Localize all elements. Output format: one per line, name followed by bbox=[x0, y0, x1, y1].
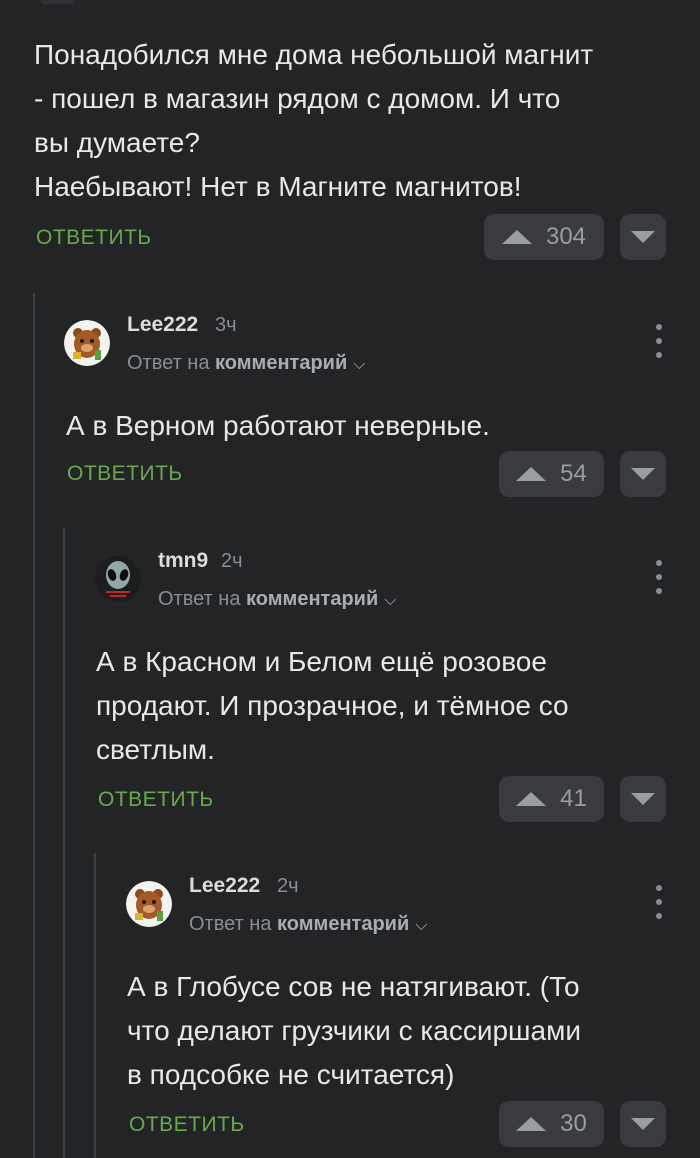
vote-count: 41 bbox=[560, 785, 587, 812]
triangle-up-icon bbox=[516, 467, 547, 481]
reply-to-link[interactable]: Ответ на комментарий ⌵ bbox=[158, 588, 396, 611]
bear-avatar-icon bbox=[64, 320, 110, 366]
triangle-up-icon bbox=[516, 792, 547, 806]
downvote-button[interactable] bbox=[620, 1101, 666, 1147]
triangle-down-icon bbox=[631, 468, 655, 480]
chevron-down-icon: ⌵ bbox=[415, 917, 428, 934]
comment-time: 3ч bbox=[215, 314, 237, 336]
triangle-down-icon bbox=[631, 231, 655, 243]
more-options-button[interactable] bbox=[654, 324, 664, 358]
reply-to-prefix: Ответ на bbox=[158, 588, 241, 610]
vote-count: 304 bbox=[545, 223, 587, 250]
downvote-button[interactable] bbox=[620, 451, 666, 497]
reply-to-target: комментарий bbox=[246, 588, 379, 610]
downvote-button[interactable] bbox=[620, 776, 666, 822]
reply-button[interactable]: ОТВЕТИТЬ bbox=[98, 788, 214, 812]
reply-to-target: комментарий bbox=[277, 913, 410, 935]
username[interactable]: Lee222 bbox=[189, 874, 260, 898]
upvote-button[interactable]: 304 bbox=[484, 214, 604, 260]
comment-text: А в Красном и Белом ещё розовое продают.… bbox=[96, 646, 569, 765]
more-options-button[interactable] bbox=[654, 560, 664, 594]
reply-to-link[interactable]: Ответ на комментарий ⌵ bbox=[189, 913, 427, 936]
comment-text: А в Глобусе сов не натягивают. (То что д… bbox=[127, 971, 581, 1090]
upvote-button[interactable]: 30 bbox=[499, 1101, 604, 1147]
bear-avatar-icon bbox=[126, 881, 172, 927]
reply-to-prefix: Ответ на bbox=[189, 913, 272, 935]
previous-avatar-edge bbox=[40, 0, 76, 4]
downvote-button[interactable] bbox=[620, 214, 666, 260]
reply-to-prefix: Ответ на bbox=[127, 352, 210, 374]
upvote-button[interactable]: 54 bbox=[499, 451, 604, 497]
avatar[interactable] bbox=[95, 556, 141, 602]
upvote-button[interactable]: 41 bbox=[499, 776, 604, 822]
vote-count: 54 bbox=[560, 460, 587, 487]
thread-line-level-3 bbox=[94, 853, 96, 1158]
reply-to-link[interactable]: Ответ на комментарий ⌵ bbox=[127, 352, 365, 375]
chevron-down-icon: ⌵ bbox=[384, 592, 397, 609]
reply-button[interactable]: ОТВЕТИТЬ bbox=[36, 226, 152, 250]
thread-line-level-1 bbox=[33, 293, 35, 1158]
thread-line-level-2 bbox=[63, 528, 65, 1158]
username[interactable]: Lee222 bbox=[127, 313, 198, 337]
comment-text: Понадобился мне дома небольшой магнит - … bbox=[34, 39, 594, 202]
triangle-down-icon bbox=[631, 1118, 655, 1130]
reply-button[interactable]: ОТВЕТИТЬ bbox=[67, 462, 183, 486]
username[interactable]: tmn9 bbox=[158, 549, 208, 573]
comment-time: 2ч bbox=[221, 550, 243, 572]
more-options-button[interactable] bbox=[654, 885, 664, 919]
alien-avatar-icon bbox=[95, 556, 141, 602]
reply-to-target: комментарий bbox=[215, 352, 348, 374]
comment-time: 2ч bbox=[277, 875, 299, 897]
avatar[interactable] bbox=[126, 881, 172, 927]
triangle-down-icon bbox=[631, 793, 655, 805]
vote-count: 30 bbox=[560, 1110, 587, 1137]
avatar[interactable] bbox=[64, 320, 110, 366]
comment-text: А в Верном работают неверные. bbox=[66, 410, 490, 441]
triangle-up-icon bbox=[501, 230, 532, 244]
chevron-down-icon: ⌵ bbox=[353, 356, 366, 373]
reply-button[interactable]: ОТВЕТИТЬ bbox=[129, 1113, 245, 1137]
triangle-up-icon bbox=[516, 1117, 547, 1131]
